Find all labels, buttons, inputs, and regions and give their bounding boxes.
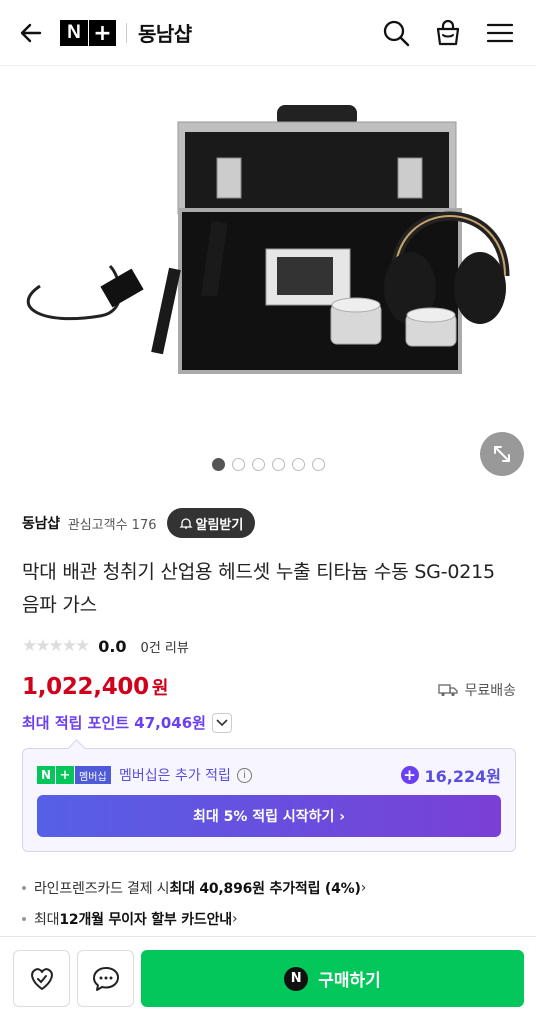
membership-logo-tag: 멤버십 [75,766,111,784]
store-row: 동남샵 관심고객수 176 알림받기 [22,508,256,538]
bullet [22,917,26,921]
alarm-label: 알림받기 [195,517,244,533]
price-currency: 원 [151,678,169,699]
alarm-button[interactable]: 알림받기 [166,508,256,538]
expand-image-button[interactable] [480,432,524,476]
logo-plus: + [89,20,116,46]
logo-n: N [60,20,88,46]
membership-text: 멤버십은 추가 적립 i [119,765,252,785]
benefit1-post: › [360,880,367,896]
membership-label: 멤버십은 추가 적립 [119,768,231,784]
fan-count: 관심고객수 176 [67,517,157,533]
card-benefit-line[interactable]: 라인프렌즈카드 결제 시 최대 40,896원 추가적립 (4%) › [22,878,366,898]
chat-bubble-icon [92,966,119,991]
expand-icon [494,446,510,462]
truck-icon [438,684,459,697]
bottom-action-bar: N 구매하기 [0,936,536,1024]
membership-amount-value: 16,224원 [424,767,501,786]
store-title[interactable]: 동남샵 [138,18,192,47]
info-icon[interactable]: i [236,767,252,783]
shipping-info: 무료배송 [438,680,516,700]
rating-row[interactable]: ★★★★★ 0.0 0건 리뷰 [22,634,189,658]
rating-score: 0.0 [98,636,127,656]
pager-dot[interactable] [231,458,245,471]
membership-start-button[interactable]: 최대 5% 적립 시작하기 › [37,795,501,837]
membership-logo: N + 멤버십 [37,766,111,784]
membership-amount: + 16,224원 [400,763,501,787]
benefit1-pre: 라인프렌즈카드 결제 시 [34,881,170,897]
back-arrow-icon[interactable] [16,18,46,48]
bullet [22,886,26,890]
points-row[interactable]: 최대 적립 포인트 47,046원 [22,712,232,733]
wishlist-button[interactable] [13,950,70,1007]
benefit1-bold: 최대 40,896원 추가적립 (4%) [169,881,361,897]
max-points: 최대 적립 포인트 47,046원 [22,714,206,732]
top-header: N + 동남샵 [0,0,536,66]
benefit2-pre: 최대 [34,912,60,928]
membership-logo-plus: + [56,766,74,784]
price-row: 1,022,400 원 [22,674,168,700]
menu-icon[interactable] [485,18,515,48]
chevron-down-icon[interactable] [211,712,232,733]
rating-stars: ★★★★★ [22,636,90,656]
image-pager [0,458,536,471]
search-icon[interactable] [381,18,411,48]
benefit2-post: › [231,911,238,927]
price: 1,022,400 [22,674,149,700]
naver-plus-logo[interactable]: N + [60,20,116,46]
shipping-label: 무료배송 [464,683,516,699]
installment-benefit-line[interactable]: 최대 12개월 무이자 할부 카드안내 › [22,909,238,929]
heart-check-icon [30,967,53,990]
product-title: 막대 배관 청취기 산업용 헤드셋 누출 티타늄 수동 SG-0215 음파 가… [22,561,495,616]
membership-box: N + 멤버십 멤버십은 추가 적립 i + 16,224원 최대 5% 적립 … [22,748,516,852]
buy-button[interactable]: N 구매하기 [141,950,524,1007]
header-divider [126,23,127,43]
naver-pay-icon: N [284,966,309,991]
membership-logo-n: N [37,766,55,784]
plus-circle-icon: + [400,766,419,784]
pager-dot[interactable] [291,458,305,471]
pager-dot[interactable] [271,458,285,471]
pager-dot[interactable] [311,458,325,471]
benefit2-bold: 12개월 무이자 할부 카드안내 [59,912,232,928]
pager-dot[interactable] [211,458,225,471]
talk-button[interactable] [77,950,134,1007]
pager-dot[interactable] [251,458,265,471]
store-name[interactable]: 동남샵 [22,513,60,533]
buy-label: 구매하기 [318,971,381,991]
product-image[interactable] [0,66,536,490]
cart-icon[interactable] [433,18,463,48]
review-count[interactable]: 0건 리뷰 [141,637,189,656]
bell-plus-icon [178,518,193,529]
